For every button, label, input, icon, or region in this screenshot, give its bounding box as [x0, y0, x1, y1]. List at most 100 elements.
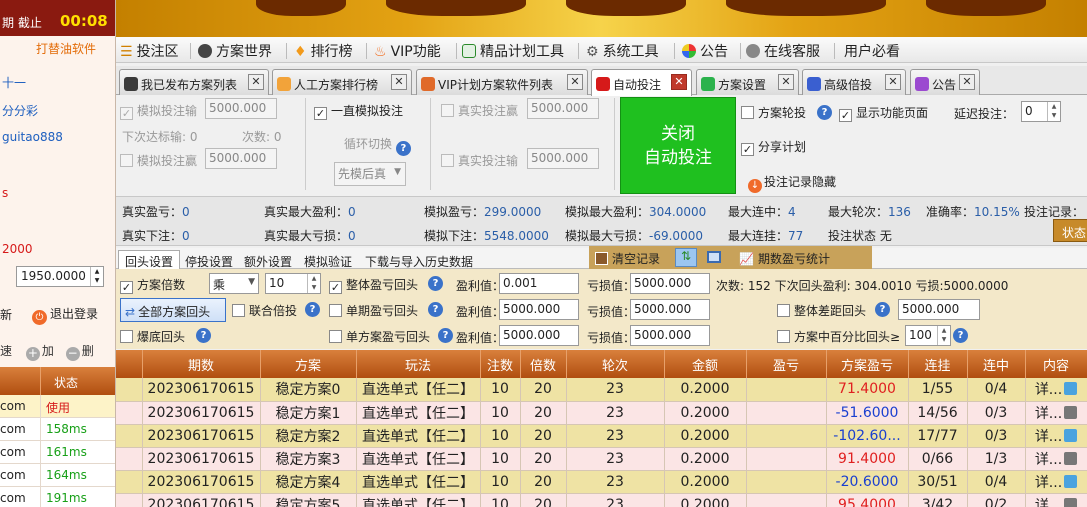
col-round[interactable]: 轮次 — [566, 350, 665, 378]
close-icon[interactable]: ✕ — [885, 74, 901, 90]
delay-spinner[interactable]: ▲ ▼ — [1047, 102, 1060, 121]
bottom-back-check[interactable]: 爆底回头 — [120, 328, 185, 345]
money-spinner[interactable]: ▲ ▼ — [90, 267, 103, 286]
help-icon[interactable]: ? — [428, 302, 443, 317]
menu-plan-world[interactable]: 方案世界 — [198, 41, 272, 61]
table-row[interactable]: 202306170615 稳定方案3 直选单式【任二】 10 20 23 0.2000 91.… — [116, 447, 1087, 471]
profit-val-input-1[interactable]: 0.001 — [499, 273, 579, 294]
help-icon[interactable]: ? — [428, 276, 443, 291]
menu-plan-tools[interactable]: 精品计划工具 — [462, 41, 564, 61]
col-period[interactable]: 期数 — [142, 350, 261, 378]
col-play[interactable]: 玩法 — [356, 350, 481, 378]
server-row[interactable]: com 158ms — [0, 418, 115, 441]
close-icon[interactable]: ✕ — [391, 74, 407, 90]
table-row[interactable]: 202306170615 稳定方案0 直选单式【任二】 10 20 23 0.2000 71.… — [116, 378, 1087, 402]
plan-multiple-check[interactable]: ✓ 方案倍数 — [120, 276, 185, 294]
loss-val-input-1[interactable]: 5000.000 — [630, 273, 710, 294]
col-amount[interactable]: 金额 — [664, 350, 747, 378]
cell-content[interactable]: 详... — [1025, 401, 1087, 425]
sim-loss-input[interactable]: 5000.000 — [205, 148, 277, 169]
cell-content[interactable]: 详... — [1025, 378, 1087, 402]
close-icon[interactable]: ✕ — [567, 74, 583, 90]
multiple-input[interactable]: 10 ▲ ▼ — [265, 273, 321, 294]
loss-val-input-2[interactable]: 5000.000 — [630, 299, 710, 320]
table-row[interactable]: 202306170615 稳定方案4 直选单式【任二】 10 20 23 0.2000 -20… — [116, 470, 1087, 494]
menu-announcement[interactable]: 公告 — [682, 41, 728, 61]
col-plan[interactable]: 方案 — [260, 350, 357, 378]
tab-announcement[interactable]: 公告 ✕ — [910, 69, 980, 95]
server-row[interactable]: com 161ms — [0, 441, 115, 464]
percent-spinner[interactable]: ▲ ▼ — [937, 326, 950, 345]
total-diff-back-check[interactable]: 整体差距回头 — [777, 302, 866, 319]
col-count[interactable]: 注数 — [480, 350, 521, 378]
col-content[interactable]: 内容 — [1025, 350, 1087, 378]
detail-icon[interactable] — [1064, 474, 1078, 488]
tab-advanced-multiple[interactable]: 高级倍投 ✕ — [802, 69, 906, 95]
menu-user-guide[interactable]: 用户必看 — [844, 41, 900, 61]
real-profit-check[interactable]: 真实投注赢 — [441, 102, 518, 119]
all-plans-back-button[interactable]: ⇄ 全部方案回头 — [120, 298, 226, 322]
clear-records-button[interactable]: 清空记录 — [595, 250, 660, 267]
delay-input[interactable]: 0 ▲ ▼ — [1021, 101, 1061, 122]
first-then-real-select[interactable]: 先模后真 ▼ — [334, 162, 406, 186]
detail-icon[interactable] — [1064, 382, 1078, 396]
cell-content[interactable]: 详... — [1025, 424, 1087, 448]
col-lose-streak[interactable]: 连挂 — [908, 350, 968, 378]
help-icon[interactable]: ? — [817, 105, 832, 120]
detail-icon[interactable] — [1064, 497, 1078, 507]
plan-rotate-check[interactable]: 方案轮投 — [741, 104, 806, 121]
sim-profit-input[interactable]: 5000.000 — [205, 98, 277, 119]
cell-content[interactable]: 详... — [1025, 470, 1087, 494]
menu-bet-area[interactable]: ☰ 投注区 — [120, 41, 179, 61]
cell-content[interactable]: 详... — [1025, 447, 1087, 471]
profit-val-input-2[interactable]: 5000.000 — [499, 299, 579, 320]
plan-single-back-check[interactable]: 单方案盈亏回头 — [329, 328, 430, 345]
help-icon[interactable]: ? — [395, 141, 411, 156]
help-icon[interactable]: ? — [438, 328, 453, 343]
period-stats-button[interactable]: 📈 期数盈亏统计 — [739, 250, 830, 267]
server-row[interactable]: com 使用 — [0, 395, 115, 418]
tab-auto-bet[interactable]: 自动投注 ✕ — [591, 69, 692, 96]
col-pl[interactable]: 盈亏 — [746, 350, 827, 378]
detail-icon[interactable] — [1064, 405, 1078, 419]
menu-online-support[interactable]: 在线客服 — [746, 41, 820, 61]
updown-icon[interactable]: ⇅ — [675, 248, 697, 267]
tab-plan-settings[interactable]: 方案设置 ✕ — [696, 69, 799, 95]
new-label[interactable]: 新 — [0, 306, 12, 323]
real-profit-input[interactable]: 5000.000 — [527, 98, 599, 119]
table-row[interactable]: 202306170615 稳定方案2 直选单式【任二】 10 20 23 0.2000 -10… — [116, 424, 1087, 448]
multiple-spinner[interactable]: ▲ ▼ — [307, 274, 320, 293]
help-icon[interactable]: ? — [196, 328, 211, 343]
cell-content[interactable]: 详... — [1025, 493, 1087, 507]
copy-icon[interactable] — [707, 250, 721, 264]
loss-val-input-3[interactable]: 5000.000 — [630, 325, 710, 346]
server-row[interactable]: com 164ms — [0, 464, 115, 487]
help-icon[interactable]: ? — [875, 302, 890, 317]
subtab-stop-settings[interactable]: 停投设置 — [178, 250, 240, 269]
multiply-select[interactable]: 乘 ▼ — [209, 273, 259, 294]
table-row[interactable]: 202306170615 稳定方案1 直选单式【任二】 10 20 23 0.2000 -51… — [116, 401, 1087, 425]
detail-icon[interactable] — [1064, 428, 1078, 442]
loop-switch[interactable]: 循环切换 ? — [344, 135, 411, 156]
menu-system-tools[interactable]: ⚙ 系统工具 — [586, 41, 659, 61]
close-icon[interactable]: ✕ — [959, 74, 975, 90]
single-pl-back-check[interactable]: 单期盈亏回头 — [329, 302, 418, 319]
money-input[interactable]: 1950.0000 ▲ ▼ — [16, 266, 104, 287]
percent-back-check[interactable]: 方案中百分比回头≥ — [777, 328, 900, 345]
subtab-extra-settings[interactable]: 额外设置 — [237, 250, 299, 269]
detail-icon[interactable] — [1064, 451, 1078, 465]
close-icon[interactable]: ✕ — [778, 74, 794, 90]
show-page-check[interactable]: ✓ 显示功能页面 — [839, 104, 928, 122]
subtab-back-settings[interactable]: 回头设置 — [118, 250, 181, 269]
diff-val-input[interactable]: 5000.000 — [898, 299, 980, 320]
menu-vip[interactable]: ♨ VIP功能 — [374, 41, 441, 61]
tab-manual-ranking[interactable]: 人工方案排行榜 ✕ — [272, 69, 412, 95]
add-button[interactable]: + 加 — [25, 344, 54, 361]
percent-input[interactable]: 100 ▲ ▼ — [905, 325, 951, 346]
table-row[interactable]: 202306170615 稳定方案5 直选单式【任二】 10 20 23 0.2000 95.… — [116, 493, 1087, 507]
always-sim-check[interactable]: ✓ 一直模拟投注 — [314, 102, 403, 120]
tab-my-plans[interactable]: 我已发布方案列表 ✕ — [119, 69, 269, 95]
close-icon[interactable]: ✕ — [248, 74, 264, 90]
subtab-download-history[interactable]: 下载与导入历史数据 — [358, 250, 480, 269]
tab-vip-plans[interactable]: VIP计划方案软件列表 ✕ — [416, 69, 588, 95]
